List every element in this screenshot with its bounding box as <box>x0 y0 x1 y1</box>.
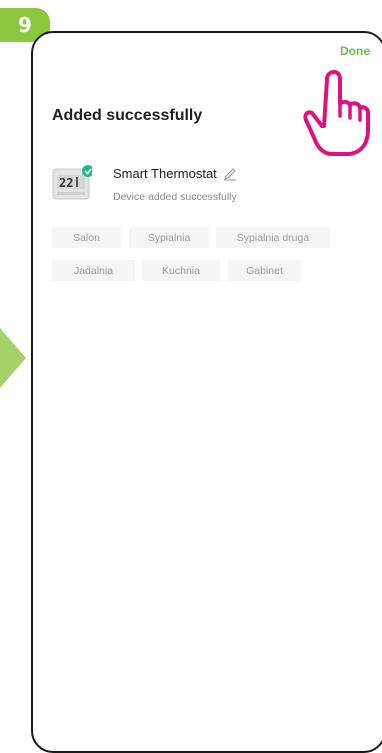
side-arrow-icon <box>0 328 26 388</box>
device-name-label: Smart Thermostat <box>113 166 217 181</box>
room-chip-sypialnia[interactable]: Sypialnia <box>129 227 209 248</box>
room-chip-salon[interactable]: Salon <box>52 227 121 248</box>
edit-pencil-icon[interactable] <box>223 167 237 181</box>
device-status-text: Device added successfully <box>113 191 237 203</box>
device-name[interactable]: Smart Thermostat <box>113 166 237 181</box>
room-chip-kuchnia[interactable]: Kuchnia <box>142 260 220 281</box>
room-chip-sypialnia-druga[interactable]: Sypialnia druga <box>216 227 330 248</box>
step-number: 9 <box>18 13 32 37</box>
page-title: Added successfully <box>52 107 203 124</box>
thermostat-device-icon: 22 <box>52 165 92 200</box>
room-chip-gabinet[interactable]: Gabinet <box>228 260 301 281</box>
done-button[interactable]: Done <box>340 44 370 58</box>
room-chip-jadalnia[interactable]: Jadalnia <box>52 260 135 281</box>
pointing-hand-icon <box>303 70 370 156</box>
svg-text:22: 22 <box>59 176 73 190</box>
